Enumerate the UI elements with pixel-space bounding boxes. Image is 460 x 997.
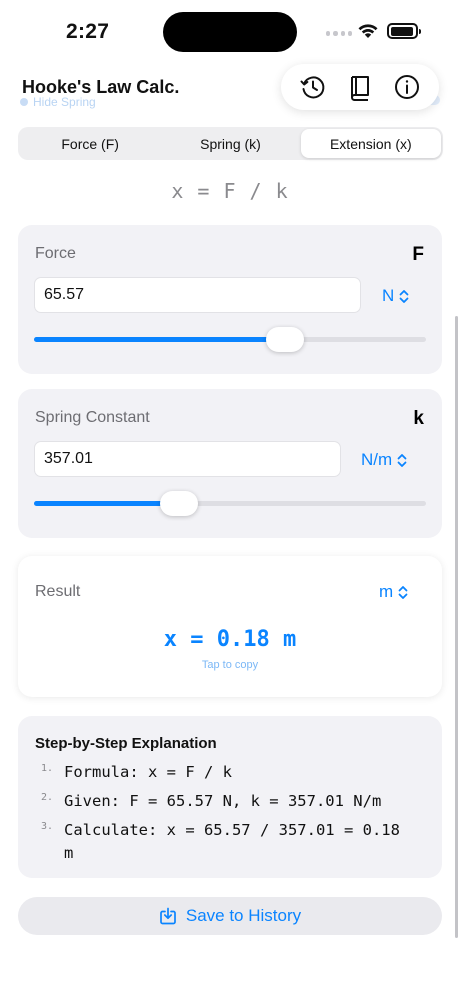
ghost-icon	[20, 98, 28, 106]
step-text: Formula: x = F / k	[64, 763, 232, 781]
result-label: Result	[35, 583, 81, 600]
force-unit-label: N	[382, 286, 395, 305]
force-label: Force	[35, 245, 76, 262]
history-icon	[300, 76, 324, 99]
steps-card: Step-by-Step Explanation 1. Formula: x =…	[18, 716, 442, 878]
step-item: 3. Calculate: x = 65.57 / 357.01 = 0.18 …	[41, 819, 409, 865]
step-number: 3.	[41, 821, 54, 832]
force-card: Force F 65.57 N	[18, 225, 442, 374]
tab-force[interactable]: Force (F)	[20, 129, 160, 158]
guide-button[interactable]	[343, 70, 377, 104]
force-input[interactable]: 65.57	[34, 277, 361, 313]
save-to-history-button[interactable]: Save to History	[18, 897, 442, 935]
step-item: 2. Given: F = 65.57 N, k = 357.01 N/m	[41, 790, 424, 813]
wifi-icon	[358, 24, 378, 38]
spring-unit-picker[interactable]: N/m	[361, 450, 407, 470]
step-text: Given: F = 65.57 N, k = 357.01 N/m	[64, 792, 382, 810]
force-slider[interactable]	[34, 325, 426, 355]
result-card: Result m x = 0.18 m Tap to copy	[18, 556, 442, 697]
force-slider-thumb[interactable]	[265, 327, 304, 352]
spring-slider-thumb[interactable]	[160, 491, 199, 516]
chevron-up-down-icon	[398, 585, 408, 599]
step-text: Calculate: x = 65.57 / 357.01 = 0.18 m	[64, 821, 400, 862]
info-button[interactable]	[390, 70, 424, 104]
nav-actions-group	[281, 64, 439, 110]
spring-label: Spring Constant	[35, 409, 150, 426]
chevron-up-down-icon	[399, 289, 409, 303]
tab-extension[interactable]: Extension (x)	[300, 129, 441, 158]
scroll-indicator[interactable]	[455, 316, 458, 938]
spring-symbol: k	[413, 408, 424, 429]
save-button-label: Save to History	[185, 906, 302, 925]
step-item: 1. Formula: x = F / k	[41, 761, 424, 784]
result-value[interactable]: x = 0.18 m	[18, 627, 442, 652]
book-icon	[350, 76, 369, 101]
battery-icon	[387, 23, 421, 39]
mode-segmented-control: Force (F) Spring (k) Extension (x)	[18, 127, 443, 160]
force-slider-fill	[34, 337, 285, 342]
save-icon	[160, 907, 176, 925]
tap-to-copy-hint: Tap to copy	[201, 659, 259, 671]
spring-input[interactable]: 357.01	[34, 441, 341, 477]
dynamic-island	[163, 12, 297, 52]
spring-card: Spring Constant k 357.01 N/m	[18, 389, 442, 538]
info-icon	[395, 75, 420, 99]
page-title: Hooke's Law Calc.	[22, 77, 180, 97]
spring-slider[interactable]	[34, 489, 426, 519]
result-unit-picker[interactable]: m	[379, 582, 408, 602]
signal-icon	[326, 31, 352, 37]
tab-spring[interactable]: Spring (k)	[160, 129, 300, 158]
formula-display: x = F / k	[171, 179, 289, 203]
step-number: 2.	[41, 792, 54, 803]
force-symbol: F	[412, 244, 424, 265]
steps-title: Step-by-Step Explanation	[35, 735, 217, 752]
force-unit-picker[interactable]: N	[382, 286, 409, 306]
result-unit-label: m	[379, 582, 394, 601]
status-time: 2:27	[66, 20, 110, 43]
step-number: 1.	[41, 763, 54, 774]
history-button[interactable]	[296, 70, 330, 104]
chevron-up-down-icon	[397, 453, 407, 467]
spring-unit-label: N/m	[361, 450, 393, 469]
status-bar: 2:27	[0, 0, 460, 62]
spring-slider-fill	[34, 501, 180, 506]
